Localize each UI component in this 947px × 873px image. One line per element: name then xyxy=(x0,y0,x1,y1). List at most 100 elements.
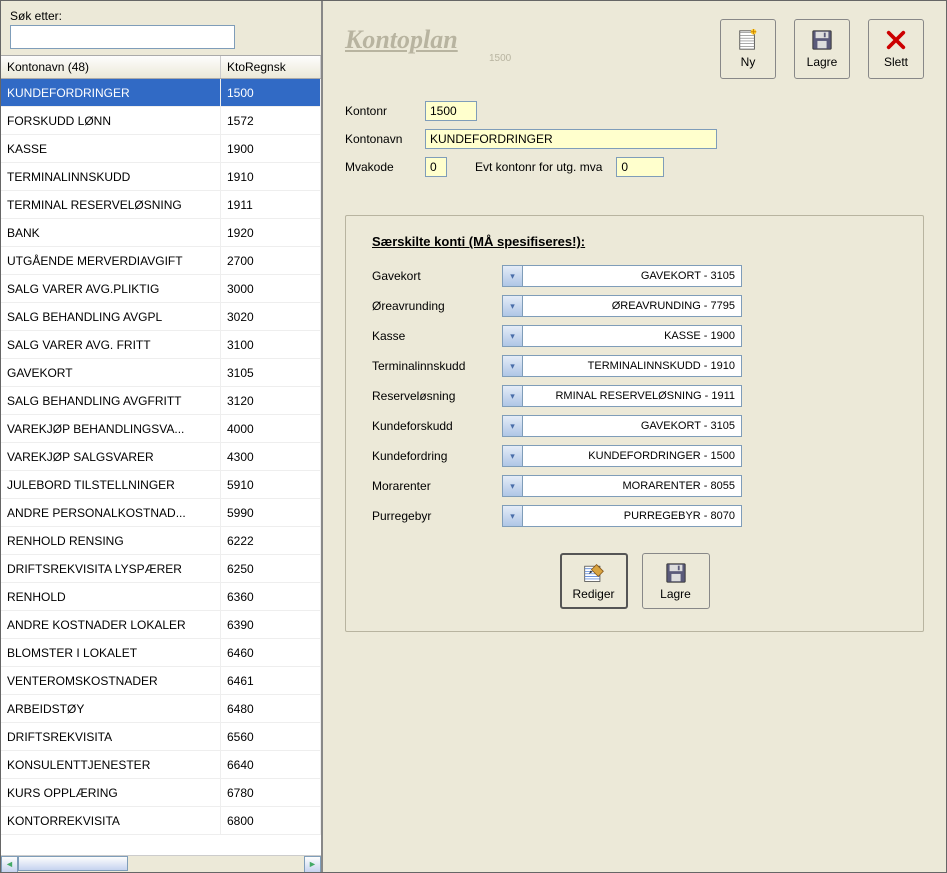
table-row[interactable]: ARBEIDSTØY6480 xyxy=(1,695,321,723)
floppy-icon xyxy=(665,562,687,584)
table-row[interactable]: BANK1920 xyxy=(1,219,321,247)
kontonr-input[interactable] xyxy=(425,101,477,121)
cell-kontonavn: ARBEIDSTØY xyxy=(1,695,221,723)
table-row[interactable]: ANDRE KOSTNADER LOKALER6390 xyxy=(1,611,321,639)
cell-ktoregnsk: 6460 xyxy=(221,639,321,667)
chevron-down-icon[interactable]: ▾ xyxy=(503,296,523,316)
table-row[interactable]: KONTORREKVISITA6800 xyxy=(1,807,321,835)
chevron-down-icon[interactable]: ▾ xyxy=(503,326,523,346)
cell-kontonavn: SALG BEHANDLING AVGFRITT xyxy=(1,387,221,415)
konto-select-value: TERMINALINNSKUDD - 1910 xyxy=(523,356,741,376)
table-row[interactable]: TERMINAL RESERVELØSNING1911 xyxy=(1,191,321,219)
cell-ktoregnsk: 6800 xyxy=(221,807,321,835)
table-row[interactable]: KUNDEFORDRINGER1500 xyxy=(1,79,321,107)
save-label: Lagre xyxy=(807,55,838,69)
scroll-left-button[interactable]: ◄ xyxy=(1,856,18,873)
evt-input[interactable] xyxy=(616,157,664,177)
table-row[interactable]: VAREKJØP SALGSVARER4300 xyxy=(1,443,321,471)
cell-ktoregnsk: 1572 xyxy=(221,107,321,135)
cell-ktoregnsk: 6461 xyxy=(221,667,321,695)
table-row[interactable]: FORSKUDD LØNN1572 xyxy=(1,107,321,135)
scroll-track[interactable] xyxy=(18,856,304,873)
table-row[interactable]: SALG BEHANDLING AVGFRITT3120 xyxy=(1,387,321,415)
cell-ktoregnsk: 1900 xyxy=(221,135,321,163)
table-row[interactable]: ANDRE PERSONALKOSTNAD...5990 xyxy=(1,499,321,527)
table-row[interactable]: JULEBORD TILSTELLNINGER5910 xyxy=(1,471,321,499)
table-row[interactable]: VAREKJØP BEHANDLINGSVA...4000 xyxy=(1,415,321,443)
konto-row: Reserveløsning▾RMINAL RESERVELØSNING - 1… xyxy=(372,385,897,407)
konto-select[interactable]: ▾ØREAVRUNDING - 7795 xyxy=(502,295,742,317)
scroll-thumb[interactable] xyxy=(18,856,128,871)
cell-kontonavn: DRIFTSREKVISITA LYSPÆRER xyxy=(1,555,221,583)
document-new-icon xyxy=(737,29,759,51)
chevron-down-icon[interactable]: ▾ xyxy=(503,506,523,526)
konto-select[interactable]: ▾TERMINALINNSKUDD - 1910 xyxy=(502,355,742,377)
table-row[interactable]: RENHOLD6360 xyxy=(1,583,321,611)
delete-button[interactable]: Slett xyxy=(868,19,924,79)
cell-ktoregnsk: 6250 xyxy=(221,555,321,583)
chevron-down-icon[interactable]: ▾ xyxy=(503,446,523,466)
cell-ktoregnsk: 3120 xyxy=(221,387,321,415)
table-row[interactable]: SALG BEHANDLING AVGPL3020 xyxy=(1,303,321,331)
konto-row: Kundefordring▾KUNDEFORDRINGER - 1500 xyxy=(372,445,897,467)
konto-select[interactable]: ▾GAVEKORT - 3105 xyxy=(502,265,742,287)
title-block: Kontoplan 1500 xyxy=(345,25,511,64)
chevron-down-icon[interactable]: ▾ xyxy=(503,476,523,496)
search-input[interactable] xyxy=(10,25,235,49)
chevron-down-icon[interactable]: ▾ xyxy=(503,266,523,286)
table-row[interactable]: DRIFTSREKVISITA LYSPÆRER6250 xyxy=(1,555,321,583)
page-title: Kontoplan xyxy=(345,25,511,55)
cell-ktoregnsk: 4300 xyxy=(221,443,321,471)
konto-select[interactable]: ▾RMINAL RESERVELØSNING - 1911 xyxy=(502,385,742,407)
new-button[interactable]: Ny xyxy=(720,19,776,79)
konto-row: Kasse▾KASSE - 1900 xyxy=(372,325,897,347)
table-row[interactable]: DRIFTSREKVISITA6560 xyxy=(1,723,321,751)
table-row[interactable]: GAVEKORT3105 xyxy=(1,359,321,387)
table-row[interactable]: VENTEROMSKOSTNADER6461 xyxy=(1,667,321,695)
floppy-icon xyxy=(811,29,833,51)
cell-kontonavn: ANDRE PERSONALKOSTNAD... xyxy=(1,499,221,527)
save-button[interactable]: Lagre xyxy=(794,19,850,79)
chevron-down-icon[interactable]: ▾ xyxy=(503,386,523,406)
konto-select[interactable]: ▾MORARENTER - 8055 xyxy=(502,475,742,497)
konto-row: Øreavrunding▾ØREAVRUNDING - 7795 xyxy=(372,295,897,317)
cell-kontonavn: RENHOLD xyxy=(1,583,221,611)
mvakode-input[interactable] xyxy=(425,157,447,177)
konto-select[interactable]: ▾GAVEKORT - 3105 xyxy=(502,415,742,437)
table-row[interactable]: KONSULENTTJENESTER6640 xyxy=(1,751,321,779)
account-table: Kontonavn (48) KtoRegnsk KUNDEFORDRINGER… xyxy=(1,56,321,872)
cell-ktoregnsk: 2700 xyxy=(221,247,321,275)
group-save-label: Lagre xyxy=(660,587,691,601)
chevron-down-icon[interactable]: ▾ xyxy=(503,416,523,436)
cell-ktoregnsk: 6780 xyxy=(221,779,321,807)
search-area: Søk etter: xyxy=(1,1,321,56)
form-area: Kontonr Kontonavn Mvakode Evt kontonr fo… xyxy=(345,101,924,185)
konto-label: Reserveløsning xyxy=(372,389,502,403)
group-save-button[interactable]: Lagre xyxy=(642,553,710,609)
edit-button[interactable]: Rediger xyxy=(560,553,628,609)
cell-kontonavn: BLOMSTER I LOKALET xyxy=(1,639,221,667)
konto-select-value: RMINAL RESERVELØSNING - 1911 xyxy=(523,386,741,406)
table-row[interactable]: TERMINALINNSKUDD1910 xyxy=(1,163,321,191)
table-body[interactable]: KUNDEFORDRINGER1500FORSKUDD LØNN1572KASS… xyxy=(1,79,321,855)
cell-ktoregnsk: 3100 xyxy=(221,331,321,359)
konto-select[interactable]: ▾KUNDEFORDRINGER - 1500 xyxy=(502,445,742,467)
table-row[interactable]: UTGÅENDE MERVERDIAVGIFT2700 xyxy=(1,247,321,275)
konto-select[interactable]: ▾PURREGEBYR - 8070 xyxy=(502,505,742,527)
table-row[interactable]: SALG VARER AVG.PLIKTIG3000 xyxy=(1,275,321,303)
horizontal-scrollbar[interactable]: ◄ ► xyxy=(1,855,321,872)
scroll-right-button[interactable]: ► xyxy=(304,856,321,873)
chevron-down-icon[interactable]: ▾ xyxy=(503,356,523,376)
col-kontonavn[interactable]: Kontonavn (48) xyxy=(1,56,221,78)
col-ktoregnsk[interactable]: KtoRegnsk xyxy=(221,56,321,78)
konto-select-value: ØREAVRUNDING - 7795 xyxy=(523,296,741,316)
table-row[interactable]: SALG VARER AVG. FRITT3100 xyxy=(1,331,321,359)
konto-select[interactable]: ▾KASSE - 1900 xyxy=(502,325,742,347)
table-row[interactable]: RENHOLD RENSING6222 xyxy=(1,527,321,555)
cell-kontonavn: GAVEKORT xyxy=(1,359,221,387)
table-row[interactable]: KURS OPPLÆRING6780 xyxy=(1,779,321,807)
table-row[interactable]: BLOMSTER I LOKALET6460 xyxy=(1,639,321,667)
cell-kontonavn: KONSULENTTJENESTER xyxy=(1,751,221,779)
kontonavn-input[interactable] xyxy=(425,129,717,149)
table-row[interactable]: KASSE1900 xyxy=(1,135,321,163)
